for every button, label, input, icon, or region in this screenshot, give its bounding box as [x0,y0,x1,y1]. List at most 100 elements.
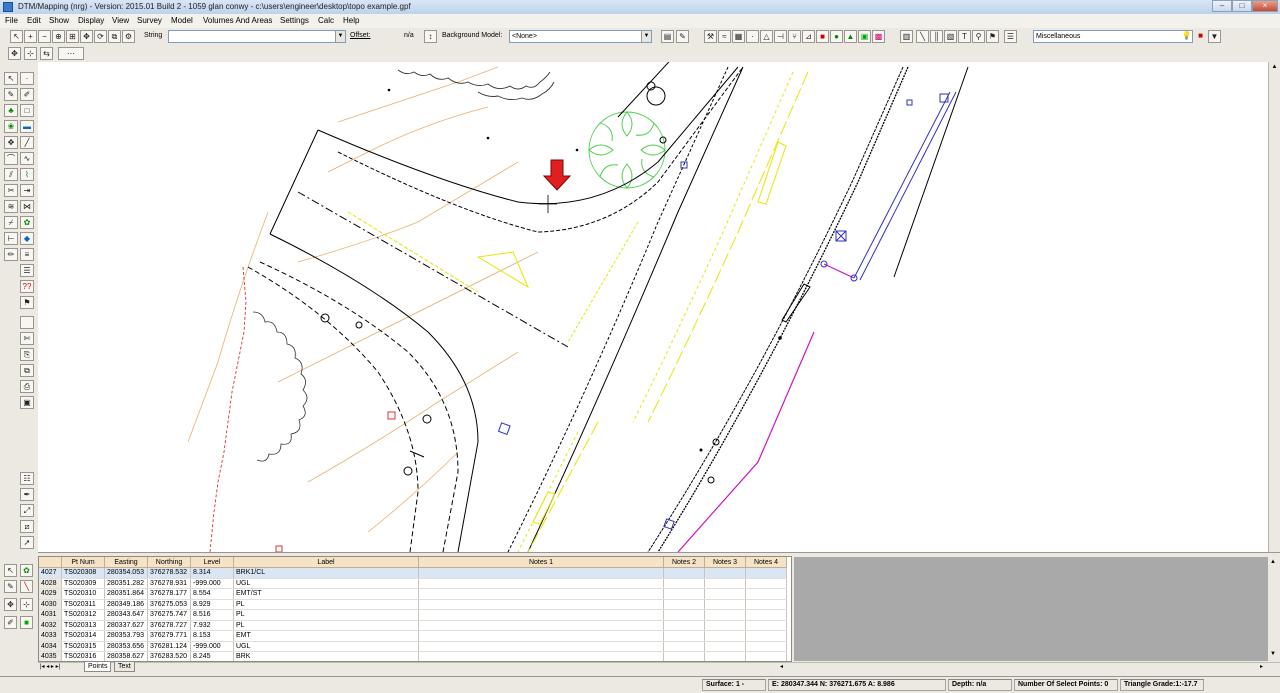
shrub-icon[interactable]: ❀ [4,120,18,133]
notes-cell[interactable] [418,609,664,621]
tab-points[interactable]: Points [84,662,112,672]
level-cell[interactable]: -999.000 [190,578,234,589]
layers-icon[interactable]: ☰ [1004,30,1017,43]
move-node-icon[interactable]: ✥ [4,136,18,149]
edit-model-icon[interactable]: ✎ [676,30,689,43]
easting-cell[interactable]: 280351.864 [104,588,148,600]
node-tool-icon[interactable]: ⋯ [58,47,84,60]
move-icon[interactable]: ✥ [8,47,21,60]
edit-string-icon[interactable]: ✏ [4,248,18,261]
notes-cell[interactable] [418,651,664,661]
pencil-icon[interactable]: ✎ [4,88,18,101]
zoom-window-icon[interactable]: ⊕ [52,30,65,43]
northing-cell[interactable]: 376279.771 [147,630,191,642]
northing-cell[interactable]: 376278.931 [147,578,191,589]
pt-num-cell[interactable]: TS020314 [61,630,105,642]
green-fill-icon[interactable]: ■ [20,616,33,629]
northing-cell[interactable]: 376278.727 [147,620,191,631]
menu-help[interactable]: Help [343,16,359,25]
pt-num-cell[interactable]: TS020309 [61,578,105,589]
northing-cell[interactable]: 376283.520 [147,651,191,661]
notes-cell[interactable] [704,620,746,631]
pin-icon[interactable]: ⚲ [972,30,985,43]
surface-icon[interactable]: ▣ [858,30,871,43]
print-icon[interactable]: ⎙ [20,380,34,393]
notes-cell[interactable] [663,609,705,621]
menu-edit[interactable]: Edit [27,16,41,25]
easting-cell[interactable]: 280353.793 [104,630,148,642]
label-cell[interactable]: UGL [233,578,419,589]
point-icon[interactable]: · [20,72,34,85]
tab-text[interactable]: Text [114,662,135,672]
settings-icon[interactable]: ⚙ [122,30,135,43]
zoom-in-icon[interactable]: + [24,30,37,43]
notes-cell[interactable] [418,630,664,642]
align-icon[interactable]: ⇆ [40,47,53,60]
offset-tool-icon[interactable]: ↕ [424,30,437,43]
table-row[interactable]: 4033 TS020314 280353.793 376279.771 8.153 EMT [39,630,787,642]
row-num-cell[interactable]: 4027 [39,567,62,579]
pt-num-cell[interactable]: TS020311 [61,599,105,610]
level-cell[interactable]: 8.929 [190,599,234,610]
menu-survey[interactable]: Survey [137,16,162,25]
extend-icon[interactable]: ⇥ [20,184,34,197]
northing-cell[interactable]: 376278.532 [147,567,191,579]
level-cell[interactable]: -999.000 [190,641,234,652]
layer-dropdown-icon[interactable]: ▼ [1208,30,1221,43]
pt-num-cell[interactable]: TS020308 [61,567,105,579]
table-row[interactable]: 4027 TS020308 280354.053 376278.532 8.314 BRK… [39,567,787,579]
level-cell[interactable]: 8.516 [190,609,234,621]
query-icon[interactable]: ?? [20,280,34,293]
label-cell[interactable]: BRK1/CL [233,567,419,579]
points-icon[interactable]: · [746,30,759,43]
contour-icon[interactable]: ≈ [718,30,731,43]
zoom-extents-icon[interactable]: ⊞ [66,30,79,43]
easting-cell[interactable]: 280354.053 [104,567,148,579]
copy-icon[interactable]: ⧉ [108,30,121,43]
pt-num-cell[interactable]: TS020315 [61,641,105,652]
col-header-row-num[interactable] [39,557,62,568]
horizontal-scrollbar[interactable]: ◂ ▸ [38,662,1280,673]
grid-vertical-scrollbar[interactable]: ▲ ▼ [1268,557,1280,661]
northing-cell[interactable]: 376281.124 [147,641,191,652]
grid-icon[interactable]: ▦ [732,30,745,43]
scroll-right-icon[interactable]: ▸ [1260,663,1268,672]
notes-cell[interactable] [704,567,746,579]
table-row[interactable]: 4032 TS020313 280337.627 376278.727 7.932 PL [39,620,787,631]
scroll-up-icon[interactable]: ▲ [1270,64,1279,73]
pt-num-cell[interactable]: TS020313 [61,620,105,631]
row-num-cell[interactable]: 4030 [39,599,62,610]
pen-icon[interactable]: ✒ [20,488,34,501]
survey-tool-icon[interactable]: ⚒ [704,30,717,43]
menu-settings[interactable]: Settings [280,16,309,25]
draw-line-icon[interactable]: ╲ [916,30,929,43]
string-combo[interactable]: ▼ [168,30,346,43]
col-header-northing[interactable]: Northing [147,557,191,568]
notes-cell[interactable] [663,567,705,579]
col-header-level[interactable]: Level [190,557,234,568]
row-num-cell[interactable]: 4028 [39,578,62,589]
text-icon[interactable]: T [958,30,971,43]
level-cell[interactable]: 8.314 [190,567,234,579]
wave-icon[interactable]: ≋ [4,200,18,213]
pt-num-cell[interactable]: TS020316 [61,651,105,661]
shrub-tool-icon[interactable]: ✿ [20,564,33,577]
measure-tool-icon[interactable]: ⊹ [20,598,33,611]
blank-tool-icon[interactable] [20,316,34,329]
notes-cell[interactable] [745,567,787,579]
cut-icon[interactable]: ✄ [20,332,34,345]
col-header-notes4[interactable]: Notes 4 [745,557,787,568]
scroll-left-icon[interactable]: ◂ [780,663,788,672]
arc-icon[interactable]: ⌒ [4,152,18,165]
pen-tool-icon[interactable]: ✎ [4,580,17,593]
select-icon[interactable]: ↖ [4,72,18,85]
notes-cell[interactable] [745,641,787,652]
red-layer-icon[interactable]: ■ [816,30,829,43]
col-header-notes3[interactable]: Notes 3 [704,557,746,568]
layer-combo[interactable]: Miscellaneous [1033,30,1193,43]
branch-icon[interactable]: ⑂ [788,30,801,43]
menu-show[interactable]: Show [49,16,69,25]
notes-cell[interactable] [663,578,705,589]
copy-tool-icon[interactable]: ⧉ [20,364,34,377]
notes-cell[interactable] [745,620,787,631]
